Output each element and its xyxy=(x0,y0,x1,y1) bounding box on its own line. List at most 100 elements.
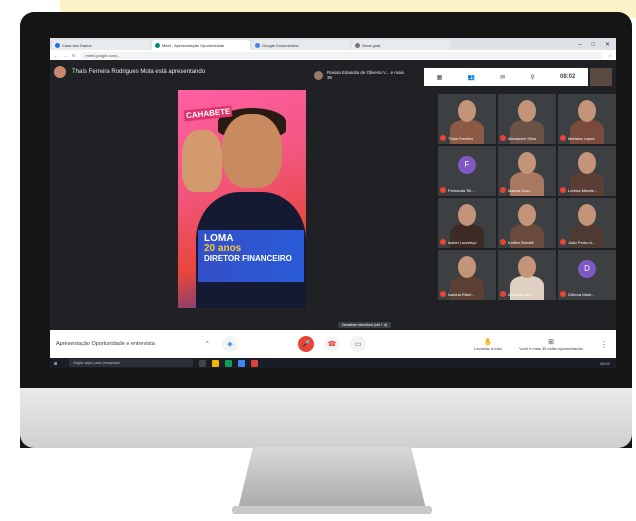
participant-tile[interactable]: Lorena Mende... xyxy=(558,146,616,196)
favicon-icon xyxy=(55,42,60,48)
slide-age: 20 anos xyxy=(204,243,242,254)
participant-tile[interactable]: Isabel Lourenço xyxy=(438,198,496,248)
participant-name: Kaillen Bonatti xyxy=(508,240,534,245)
participant-tile[interactable]: D Débora Marti... xyxy=(558,250,616,300)
slide-photo xyxy=(182,130,222,192)
app-icon[interactable] xyxy=(225,359,233,367)
chevron-up-icon[interactable]: ^ xyxy=(206,341,216,347)
forward-icon[interactable]: → xyxy=(63,53,67,58)
browser-tab[interactable]: Nova guia xyxy=(352,40,450,50)
minimize-icon[interactable]: – xyxy=(578,40,581,50)
viewer-label: Raissa Eduarda de Oliveira V... e mais 3… xyxy=(327,70,404,80)
taskbar-search[interactable]: Digite aqui para pesquisar xyxy=(69,359,194,367)
task-view-icon[interactable] xyxy=(199,359,207,367)
back-icon[interactable]: ← xyxy=(54,53,58,58)
presenter-bar: Thaís Ferreira Rodrigues Mota está apres… xyxy=(54,66,205,78)
participant-name: Amanda Lim... xyxy=(508,292,534,297)
meet-main: Thaís Ferreira Rodrigues Mota está apres… xyxy=(50,60,616,330)
participant-video xyxy=(578,100,596,122)
mic-muted-icon xyxy=(560,239,566,245)
mic-muted-icon xyxy=(560,135,566,141)
leave-call-button[interactable]: ☎ xyxy=(324,336,340,352)
participant-video xyxy=(458,256,476,278)
chrome-icon[interactable] xyxy=(212,359,220,367)
avatar xyxy=(314,70,323,80)
participant-tile[interactable]: João Pedro A... xyxy=(558,198,616,248)
close-icon[interactable]: ✕ xyxy=(605,40,610,50)
present-status-button[interactable]: ⊞ Você e mais 35 estão apresentando xyxy=(516,338,586,351)
participant-name: Thais Ferreira xyxy=(448,136,473,141)
mic-muted-icon xyxy=(500,187,506,193)
mic-muted-icon xyxy=(500,135,506,141)
monitor-stand-base xyxy=(232,506,432,514)
url-field[interactable]: meet.google.com/... xyxy=(80,51,604,59)
shield-icon[interactable]: ◈ xyxy=(222,336,238,352)
mic-muted-icon xyxy=(440,239,446,245)
meeting-title[interactable]: Apresentação Oportunidade e entrevista xyxy=(56,341,206,347)
participant-video xyxy=(518,204,536,226)
mic-muted-icon xyxy=(560,291,566,297)
participant-video xyxy=(578,152,596,174)
monitor-stand xyxy=(238,447,426,509)
participant-grid: Thais Ferreira Alexandre Silva Mariana Lop… xyxy=(438,94,616,300)
participant-video xyxy=(458,204,476,226)
mic-muted-icon xyxy=(560,187,566,193)
participant-tile[interactable]: Kaillen Bonatti xyxy=(498,198,556,248)
participant-name: Isabela Ribei... xyxy=(448,292,475,297)
slide-role: DIRETOR FINANCEIRO xyxy=(204,254,292,263)
maximize-icon[interactable]: □ xyxy=(591,40,595,50)
present-icon: ⊞ xyxy=(548,338,554,346)
raise-hand-button[interactable]: ✋ Levantar a mão xyxy=(474,338,502,351)
docs-favicon-icon xyxy=(255,42,260,48)
slide-banner: LOMA 20 anos DIRETOR FINANCEIRO xyxy=(198,230,304,282)
window-controls: – □ ✕ xyxy=(578,40,616,50)
chat-icon[interactable]: ✉ xyxy=(500,74,505,81)
grid-icon[interactable]: ▦ xyxy=(437,74,443,81)
meet-favicon-icon xyxy=(155,42,160,48)
self-view xyxy=(590,68,612,86)
tray-clock: 08:02 xyxy=(599,360,610,366)
participant-name: Alexandre Silva xyxy=(508,136,536,141)
app-icon[interactable] xyxy=(251,359,259,367)
participant-video xyxy=(458,100,476,122)
favicon-icon xyxy=(355,42,360,48)
participant-tile[interactable]: F Fernanda Tel... xyxy=(438,146,496,196)
participant-name: João Pedro A... xyxy=(568,240,596,245)
participant-tile[interactable]: Amanda Lim... xyxy=(498,250,556,300)
star-icon[interactable]: ☆ xyxy=(608,53,612,58)
reload-icon[interactable]: ↻ xyxy=(72,53,75,58)
avatar: F xyxy=(458,156,476,174)
participant-tile[interactable]: Alexandre Silva xyxy=(498,94,556,144)
clock-label: 08:02 xyxy=(560,74,576,80)
mic-off-button[interactable]: 🎤 xyxy=(298,336,314,352)
participant-tile[interactable]: Mariana Lopes xyxy=(558,94,616,144)
participant-tile[interactable]: Isabela Ribei... xyxy=(438,250,496,300)
activities-icon[interactable]: ⚲ xyxy=(530,74,534,81)
participant-tile[interactable]: Thais Ferreira xyxy=(438,94,496,144)
camera-button[interactable]: ▭ xyxy=(350,336,366,352)
avatar xyxy=(54,66,66,78)
mic-muted-icon xyxy=(500,291,506,297)
slide-photo xyxy=(222,114,282,188)
participant-video xyxy=(518,152,536,174)
viewer-info: Raissa Eduarda de Oliveira V... e mais 3… xyxy=(314,70,407,80)
tooltip: Desativar microfone (ctrl + d) xyxy=(338,322,392,328)
mic-muted-icon xyxy=(440,291,446,297)
screen: Casa dos Dados Meet - Apresentação Oport… xyxy=(50,38,616,368)
participant-video xyxy=(518,100,536,122)
participant-tile[interactable]: Marina Guu... xyxy=(498,146,556,196)
more-options-icon[interactable]: ⋮ xyxy=(600,340,608,349)
participant-name: Mariana Lopes xyxy=(568,136,595,141)
browser-tab-active[interactable]: Meet - Apresentação Oportunidade xyxy=(152,40,250,50)
participant-name: Isabel Lourenço xyxy=(448,240,477,245)
presentation-slide: CAHABETE LOMA 20 anos DIRETOR FINANCEIRO xyxy=(178,90,306,308)
browser-tab[interactable]: Google Documentos xyxy=(252,40,350,50)
windows-taskbar: ⊞ Digite aqui para pesquisar 08:02 xyxy=(50,358,616,368)
app-icon[interactable] xyxy=(238,359,246,367)
participant-name: Marina Guu... xyxy=(508,188,533,193)
people-icon[interactable]: 👥 xyxy=(467,74,474,81)
browser-tab[interactable]: Casa dos Dados xyxy=(52,40,150,50)
address-bar: ← → ↻ meet.google.com/... ☆ xyxy=(50,50,616,60)
meet-top-toolbar: ▦ 👥 ✉ ⚲ 08:02 xyxy=(424,68,588,86)
windows-start-icon[interactable]: ⊞ xyxy=(54,361,57,366)
